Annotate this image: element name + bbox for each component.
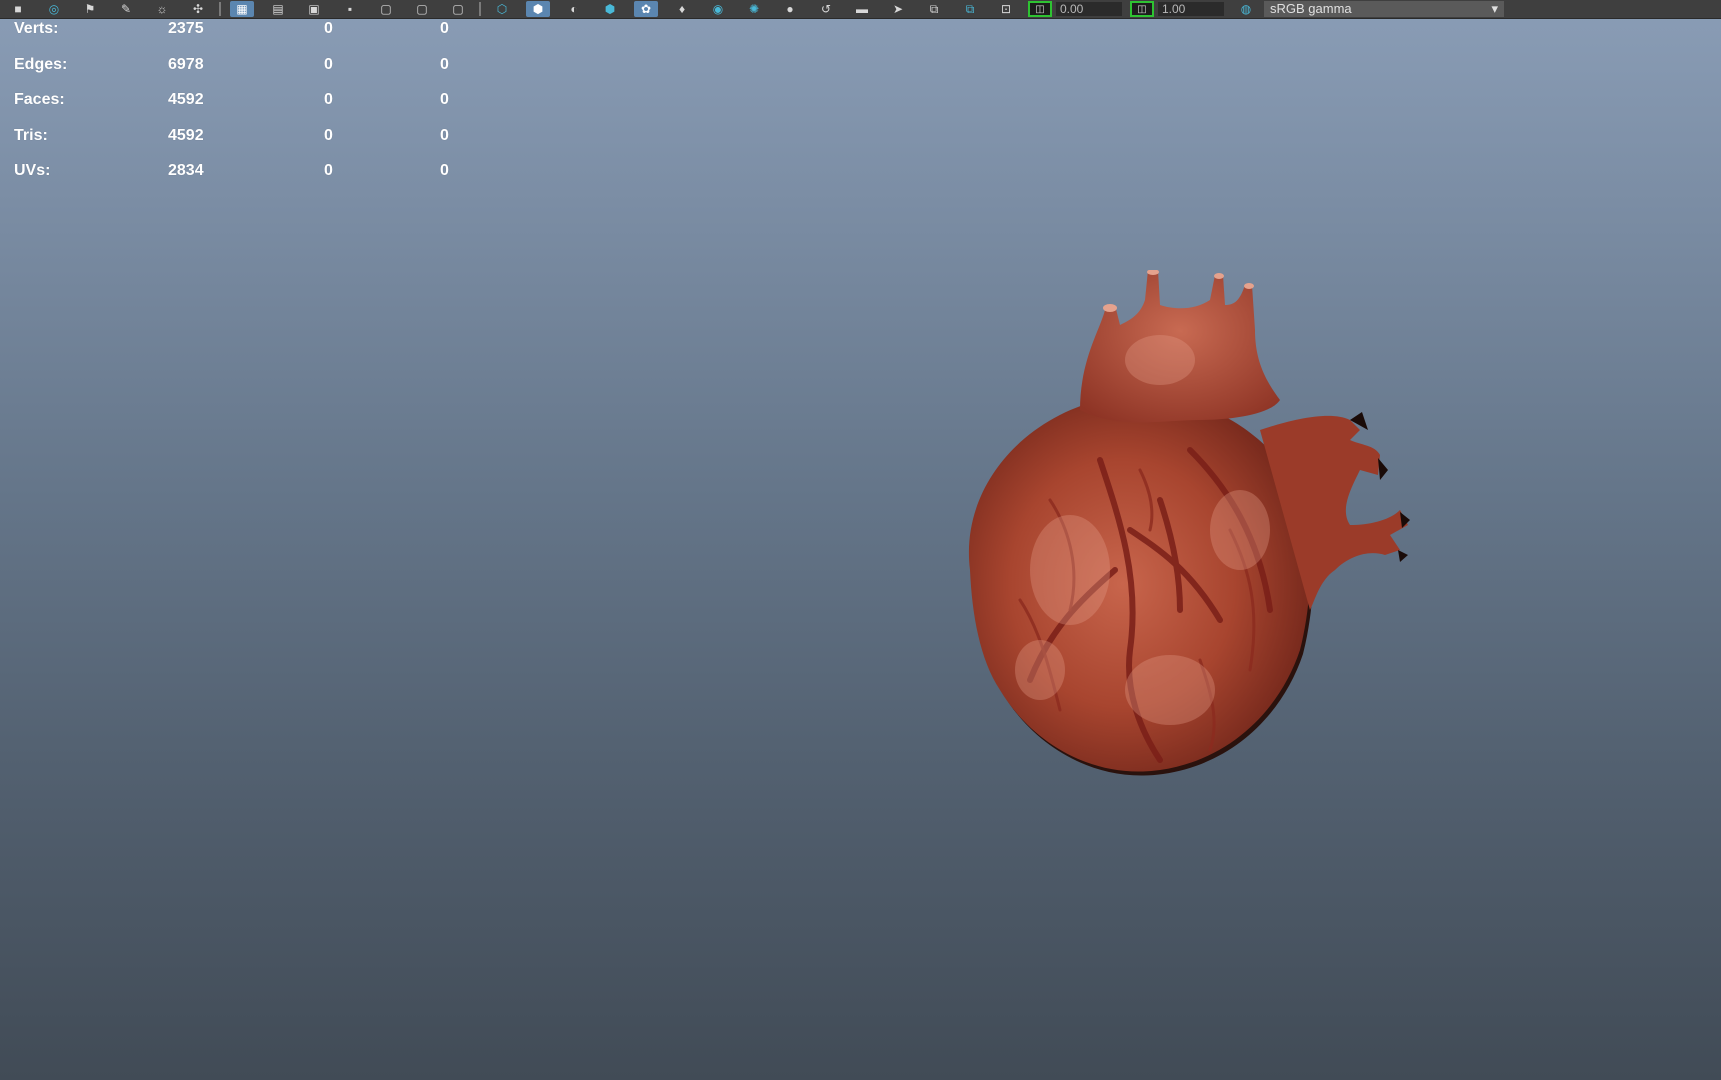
hud-label: Edges: [14,55,68,73]
color-management-select[interactable]: sRGB gamma ▾ [1264,1,1504,17]
safe-action-icon[interactable]: ▢ [374,1,398,17]
pencil-icon[interactable]: ✎ [114,1,138,17]
smooth-shade-icon[interactable]: ⬢ [526,1,550,17]
hud-label: Verts: [14,20,59,37]
color-management-icon[interactable]: ◍ [1234,1,1258,17]
heart-model[interactable] [930,270,1450,830]
shadow-icon[interactable]: ◉ [706,1,730,17]
hud-selected-uv: 0 [440,20,449,37]
hud-selected: 0 [324,162,333,180]
hud-selected-uv: 0 [440,91,449,109]
four-pane-icon[interactable]: ⊡ [994,1,1018,17]
safe-title-icon[interactable]: ▢ [410,1,434,17]
resolution-gate-icon[interactable]: ▣ [302,1,326,17]
snapshot-icon[interactable]: ▬ [850,1,874,17]
manipulator-icon[interactable]: ↺ [814,1,838,17]
hud-value: 2375 [168,20,204,37]
color-management-value: sRGB gamma [1270,1,1352,16]
safe-region-icon[interactable]: ▢ [446,1,470,17]
hud-value: 2834 [168,162,204,180]
chevron-down-icon: ▾ [1491,1,1498,16]
gamma-icon[interactable]: ◫ [1130,1,1154,17]
shade-wireframe-icon[interactable]: ◐ [562,1,586,17]
toolbar-divider [219,2,221,16]
hud-label: Tris: [14,126,48,144]
hud-value: 6978 [168,55,204,73]
select-icon[interactable]: ➤ [886,1,910,17]
hud-selected: 0 [324,55,333,73]
move-icon[interactable]: ✣ [186,1,210,17]
film-gate-icon[interactable]: ▤ [266,1,290,17]
hud-selected-uv: 0 [440,126,449,144]
hud-selected: 0 [324,126,333,144]
camera-icon[interactable]: ■ [6,1,30,17]
bookmark-icon[interactable]: ⚑ [78,1,102,17]
gamma-field[interactable]: 1.00 [1158,2,1224,16]
exposure-icon[interactable]: ◫ [1028,1,1052,17]
hud-selected: 0 [324,91,333,109]
viewport-toolbar: ■ ◎ ⚑ ✎ ☼ ✣ ▦ ▤ ▣ ▪ ▢ ▢ ▢ ⬡ ⬢ ◐ ⬢ ✿ ♦ ◉ … [0,0,1721,19]
wireframe-icon[interactable]: ⬡ [490,1,514,17]
hud-selected-uv: 0 [440,55,449,73]
paint-icon[interactable]: ☼ [150,1,174,17]
isolate-icon[interactable]: ✺ [742,1,766,17]
joint-icon[interactable]: ● [778,1,802,17]
hud-label: Faces: [14,91,65,109]
toolbar-divider [479,2,481,16]
layout-icon[interactable]: ⧉ [922,1,946,17]
lock-camera-icon[interactable]: ◎ [42,1,66,17]
hud-value: 4592 [168,91,204,109]
light-icon[interactable]: ♦ [670,1,694,17]
grid-icon[interactable]: ▦ [230,1,254,17]
hud-selected: 0 [324,20,333,37]
texture-icon[interactable]: ✿ [634,1,658,17]
hud-value: 4592 [168,126,204,144]
hud-label: UVs: [14,162,51,180]
two-pane-icon[interactable]: ⧉ [958,1,982,17]
hud-selected-uv: 0 [440,162,449,180]
field-chart-icon[interactable]: ▪ [338,1,362,17]
xray-icon[interactable]: ⬢ [598,1,622,17]
exposure-field[interactable]: 0.00 [1056,2,1122,16]
